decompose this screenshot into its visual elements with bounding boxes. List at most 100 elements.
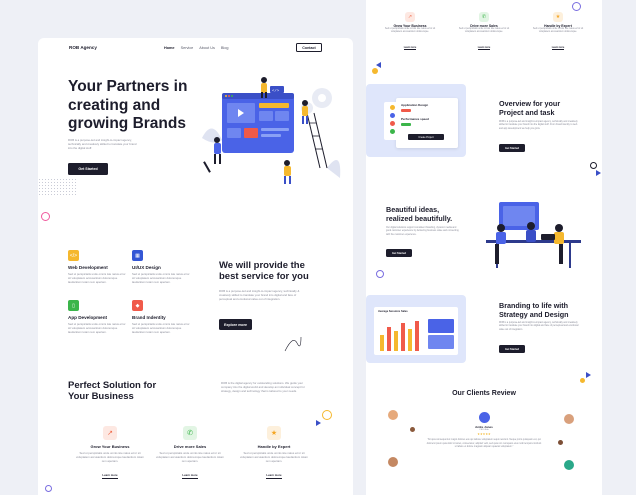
overview-illustration: Application Design Performance speed Cre… [366,84,466,157]
brand-logo[interactable]: ROB Agency [69,45,97,50]
navbar: ROB Agency Home Service About Us Blog Co… [38,38,353,60]
branding-description: ROB is a purpose-led and insight-to-impa… [499,322,579,331]
circle-decoration [41,212,50,221]
nav-item-blog[interactable]: Blog [221,46,229,50]
person-figure [554,224,564,264]
services-heading-line: best service for you [219,271,309,283]
top-feature-row: ↗ Grow Your Business Sed ut perspiciatis… [380,12,588,53]
learn-more-link[interactable]: Learn more [477,46,491,51]
service-card[interactable]: ▯ App Development Sed ut perspiciatis un… [68,300,126,334]
branding-heading: Branding to life with Strategy and Desig… [499,301,569,319]
services-description: ROB is a purpose-led and insight-to-impa… [219,289,300,302]
solution-heading-line: Your Business [68,391,134,403]
avatar [389,129,395,134]
task-card: Application Design Performance speed Cre… [396,98,458,148]
sales-chart-card: Average Sessions Sales [374,307,458,355]
avatar [410,427,415,432]
solution-title: Handle by Expert [257,444,291,449]
avatar [389,105,395,110]
service-title: UI/UX Design [132,265,161,270]
person-figure [526,222,536,242]
brand-icon: ◆ [132,300,143,311]
solution-heading: Perfect Solution for Your Business [68,380,156,403]
branding-illustration: Average Sessions Sales [366,295,466,363]
learn-more-link[interactable]: Learn more [102,473,118,479]
mobile-icon: ▯ [68,300,79,311]
phone-icon: ✆ [183,426,197,440]
dots-decoration [38,178,78,196]
solution-title: Drive more Sales [173,444,207,449]
top-feature-card[interactable]: ✆ Drive more Sales Sed ut perspiciatis u… [454,12,514,53]
avatar [388,457,398,467]
triangle-decoration [376,62,381,68]
landing-page-left: ROB Agency Home Service About Us Blog Co… [38,38,353,495]
growth-icon: ↗ [405,12,415,22]
solution-desc: Sed ut perspiciatis unde omnis iste natu… [156,451,224,464]
hero-description: ROB is a purpose-led and insight-to-impa… [68,138,137,151]
hero-title-line: growing Brands [68,115,186,133]
solution-card[interactable]: ↗ Grow Your Business Sed ut perspiciatis… [76,426,144,481]
stat-block [428,319,454,333]
task-label: Application Design [401,103,429,107]
person-figure [284,160,291,184]
hero-title-line: creating and [68,96,161,114]
svg-text:</>: </> [272,89,280,94]
top-feature-card[interactable]: ↗ Grow Your Business Sed ut perspiciatis… [380,12,440,53]
hero-title-line: Your Partners in [68,78,188,95]
branding-heading-line: Strategy and Design [499,309,569,319]
learn-more-link[interactable]: Learn more [551,46,565,51]
avatar [564,414,574,424]
review-card: Aniks Jones CEO-Rob ★★★★★ “Sit quia cons… [426,412,542,449]
status-badge [401,109,411,112]
person-figure [302,100,308,124]
service-card[interactable]: ▦ UI/UX Design Sed ut perspiciatis unde … [132,250,190,284]
learn-more-link[interactable]: Learn more [266,473,282,479]
service-desc: Sed ut perspiciatis unde omnis iste natu… [68,272,126,285]
branding-get-started-button[interactable]: Get Started [499,345,525,353]
ideas-get-started-button[interactable]: Get Started [386,249,412,257]
nav-item-about[interactable]: About Us [199,46,215,50]
solution-card[interactable]: ★ Handle by Expert Sed ut perspiciatis u… [240,426,308,481]
chart-title: Average Sessions Sales [378,310,408,313]
overview-heading: Overview for your Project and task [499,99,560,117]
avatar-list [384,102,400,140]
service-card[interactable]: </> Web Development Sed ut perspiciatis … [68,250,126,284]
overview-get-started-button[interactable]: Get Started [499,144,525,152]
explore-more-button[interactable]: Explore more [219,319,252,330]
circle-decoration [322,410,332,420]
learn-more-link[interactable]: Learn more [403,46,417,51]
avatar [558,440,563,445]
solution-title: Grow Your Business [90,444,130,449]
ideas-heading-line: realized beautifully. [386,213,453,223]
hero-illustration: </> [202,77,341,184]
top-feature-desc: Sed ut perspiciatis unde omnis iste natu… [458,28,510,34]
growth-icon: ↗ [103,426,117,440]
avatar [389,113,395,118]
nav-item-home[interactable]: Home [164,46,175,50]
top-feature-card[interactable]: ★ Handle by Expert Sed ut perspiciatis u… [528,12,588,53]
service-card[interactable]: ◆ Brand Indentity Sed ut perspiciatis un… [132,300,190,334]
palette-icon: ▦ [132,250,143,261]
rating-stars: ★★★★★ [477,432,491,437]
create-project-button[interactable]: Create Project [408,134,444,140]
overview-description: ROB is a purpose-led and insight-to-impa… [499,121,578,130]
services-heading: We will provide the best service for you [219,260,309,283]
solution-heading-line: Perfect Solution for [68,380,157,391]
nav-menu: Home Service About Us Blog [164,46,234,50]
contact-button[interactable]: Contact [296,43,322,52]
ideas-heading: Beautiful ideas, realized beautifully. [386,205,453,223]
learn-more-link[interactable]: Learn more [182,473,198,479]
hero-get-started-button[interactable]: Get Started [68,163,108,175]
service-desc: Sed ut perspiciatis unde omnis iste natu… [68,322,126,335]
triangle-decoration [596,170,601,176]
wrench-icon [203,161,211,173]
code-icon: </> [68,250,79,261]
service-title: App Development [68,315,108,320]
avatar [388,410,398,420]
nav-item-service[interactable]: Service [181,46,194,50]
expert-icon: ★ [267,426,281,440]
ideas-description: Our digital solutions support consistent… [386,227,459,236]
solution-desc: Sed ut perspiciatis unde omnis iste natu… [240,451,308,464]
avatar [564,460,574,470]
solution-card[interactable]: ✆ Drive more Sales Sed ut perspiciatis u… [156,426,224,481]
